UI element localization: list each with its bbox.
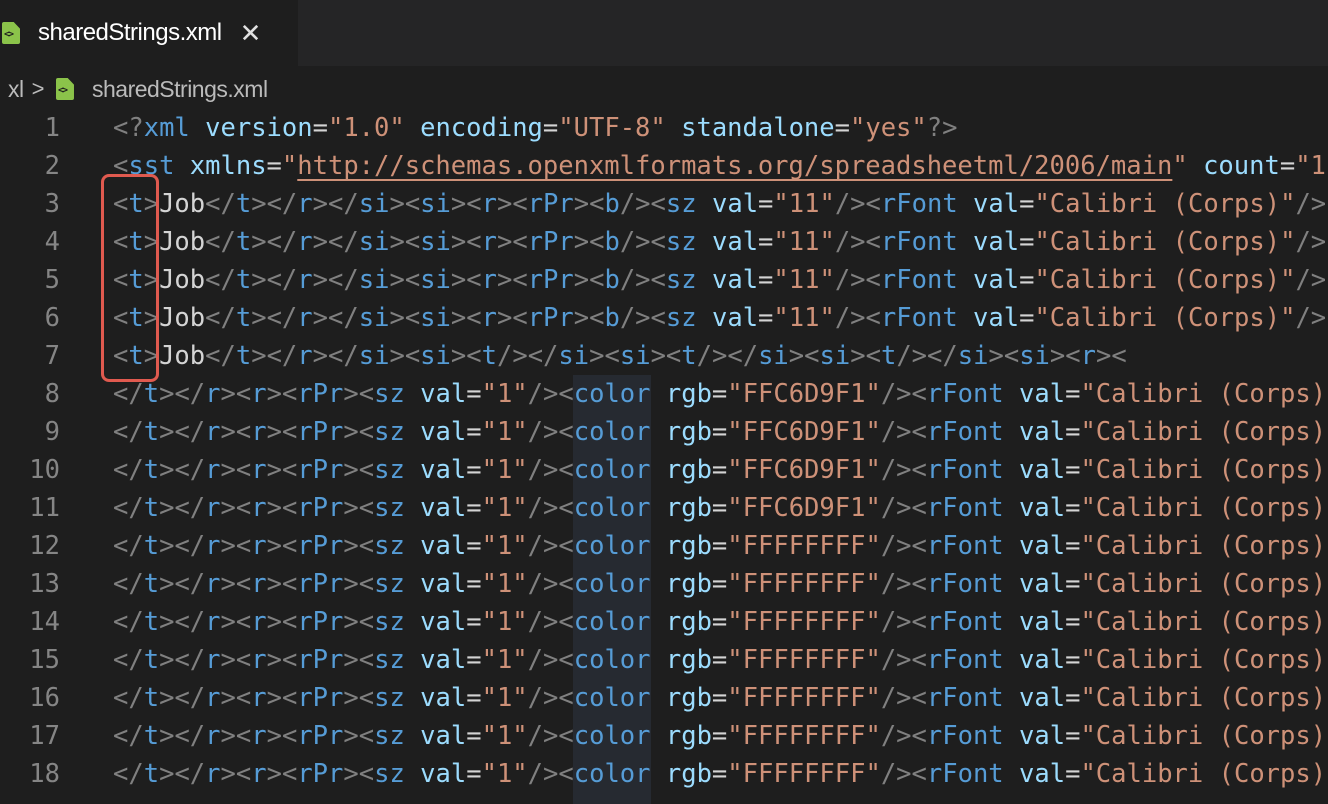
line-number: 12 xyxy=(29,531,60,561)
code-text: </t></r><r><rPr><sz val="1"/><color rgb=… xyxy=(113,645,1327,675)
line-number: 14 xyxy=(29,607,60,637)
code-line[interactable]: 13 </t></r><r><rPr><sz val="1"/><color rg… xyxy=(0,565,1328,603)
code-line[interactable]: 6 <t>Job</t></r></si><si><r><rPr><b/><sz … xyxy=(0,299,1328,337)
code-text: <?xml version="1.0" encoding="UTF-8" sta… xyxy=(113,113,958,143)
line-number: 2 xyxy=(44,151,60,181)
code-line[interactable]: 8 </t></r><r><rPr><sz val="1"/><color rgb… xyxy=(0,375,1328,413)
code-text: <sst xmlns="http://schemas.openxmlformat… xyxy=(113,151,1326,181)
tab-label: sharedStrings.xml xyxy=(38,19,222,46)
line-number: 5 xyxy=(44,265,60,295)
code-text: </t></r><r><rPr><sz val="1"/><color rgb=… xyxy=(113,531,1327,561)
code-line[interactable]: 5 <t>Job</t></r></si><si><r><rPr><b/><sz … xyxy=(0,261,1328,299)
xml-file-icon xyxy=(55,78,74,100)
code-text: </t></r><r><rPr><sz val="1"/><color rgb=… xyxy=(113,417,1327,447)
line-number: 6 xyxy=(44,303,60,333)
code-text: </t></r><r><rPr><sz val="1"/><color rgb=… xyxy=(113,759,1327,789)
code-line[interactable]: 16 </t></r><r><rPr><sz val="1"/><color rg… xyxy=(0,679,1328,717)
line-number: 9 xyxy=(44,417,60,447)
code-line[interactable]: 18 </t></r><r><rPr><sz val="1"/><color rg… xyxy=(0,755,1328,793)
code-text: </t></r><r><rPr><sz val="1"/><color rgb=… xyxy=(113,607,1327,637)
code-line[interactable]: 3 <t>Job</t></r></si><si><r><rPr><b/><sz … xyxy=(0,185,1328,223)
code-line[interactable]: 4 <t>Job</t></r></si><si><r><rPr><b/><sz … xyxy=(0,223,1328,261)
line-number: 17 xyxy=(29,721,60,751)
code-text: </t></r><r><rPr><sz val="1"/><color rgb=… xyxy=(113,683,1327,713)
code-text: <t>Job</t></r></si><si><r><rPr><b/><sz v… xyxy=(113,227,1327,257)
code-line[interactable]: 14 </t></r><r><rPr><sz val="1"/><color rg… xyxy=(0,603,1328,641)
code-line[interactable]: 15 </t></r><r><rPr><sz val="1"/><color rg… xyxy=(0,641,1328,679)
line-number: 3 xyxy=(44,189,60,219)
breadcrumb-file[interactable]: sharedStrings.xml xyxy=(92,76,268,103)
line-number: 1 xyxy=(44,113,60,143)
code-editor[interactable]: 1 <?xml version="1.0" encoding="UTF-8" st… xyxy=(0,109,1328,804)
code-text: <t>Job</t></r></si><si><r><rPr><b/><sz v… xyxy=(113,265,1327,295)
code-text: <t>Job</t></r></si><si><r><rPr><b/><sz v… xyxy=(113,189,1327,219)
line-number: 8 xyxy=(44,379,60,409)
annotation-red-box xyxy=(101,174,159,382)
code-line[interactable]: 11 </t></r><r><rPr><sz val="1"/><color rg… xyxy=(0,489,1328,527)
tab-shared-strings[interactable]: sharedStrings.xml ✕ xyxy=(0,0,298,66)
line-number: 16 xyxy=(29,683,60,713)
line-number: 13 xyxy=(29,569,60,599)
line-number: 18 xyxy=(29,759,60,789)
code-line[interactable]: 1 <?xml version="1.0" encoding="UTF-8" st… xyxy=(0,109,1328,147)
code-line[interactable]: 9 </t></r><r><rPr><sz val="1"/><color rgb… xyxy=(0,413,1328,451)
code-line[interactable]: 10 </t></r><r><rPr><sz val="1"/><color rg… xyxy=(0,451,1328,489)
tab-bar: sharedStrings.xml ✕ xyxy=(0,0,1328,66)
line-number: 11 xyxy=(29,493,60,523)
code-text: </t></r><r><rPr><sz val="1"/><color rgb=… xyxy=(113,379,1327,409)
code-text: </t></r><r><rPr><sz val="1"/><color rgb=… xyxy=(113,493,1327,523)
code-line[interactable]: 7 <t>Job</t></r></si><si><t/></si><si><t/… xyxy=(0,337,1328,375)
code-line[interactable]: 17 </t></r><r><rPr><sz val="1"/><color rg… xyxy=(0,717,1328,755)
code-line[interactable]: 12 </t></r><r><rPr><sz val="1"/><color rg… xyxy=(0,527,1328,565)
xml-file-icon xyxy=(2,22,20,44)
line-number: 4 xyxy=(44,227,60,257)
line-number: 7 xyxy=(44,341,60,371)
code-text: <t>Job</t></r></si><si><t/></si><si><t/>… xyxy=(113,341,1127,371)
close-icon[interactable]: ✕ xyxy=(240,18,262,49)
breadcrumb: xl > sharedStrings.xml xyxy=(8,72,268,106)
code-text: </t></r><r><rPr><sz val="1"/><color rgb=… xyxy=(113,721,1327,751)
code-line[interactable]: 2 <sst xmlns="http://schemas.openxmlforma… xyxy=(0,147,1328,185)
code-text: </t></r><r><rPr><sz val="1"/><color rgb=… xyxy=(113,569,1327,599)
line-number: 15 xyxy=(29,645,60,675)
code-text: </t></r><r><rPr><sz val="1"/><color rgb=… xyxy=(113,455,1327,485)
breadcrumb-folder[interactable]: xl xyxy=(8,76,24,103)
code-text: <t>Job</t></r></si><si><r><rPr><b/><sz v… xyxy=(113,303,1327,333)
line-number: 10 xyxy=(29,455,60,485)
chevron-right-icon: > xyxy=(31,76,45,101)
